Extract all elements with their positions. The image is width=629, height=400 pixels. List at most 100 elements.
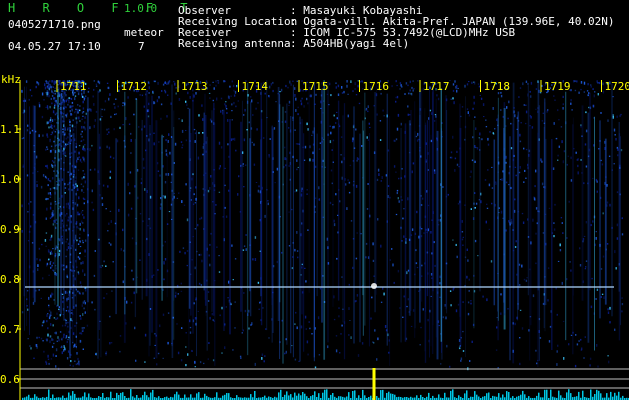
speckle <box>129 171 132 174</box>
level-bar <box>184 394 186 400</box>
speckle <box>253 143 255 146</box>
speckle <box>255 107 257 110</box>
speckle <box>159 324 161 328</box>
speckle <box>295 189 298 192</box>
spectrogram: 1.11.00.90.80.70.6 kHz 1711 1712 1713 1714 1… <box>0 0 629 400</box>
speckle <box>587 94 589 97</box>
level-bar <box>72 391 74 400</box>
speckle <box>319 287 322 290</box>
speckle <box>446 344 448 348</box>
speckle <box>79 240 81 242</box>
speckle <box>48 87 51 91</box>
speckle <box>296 159 298 162</box>
speckle <box>297 113 299 116</box>
level-bar <box>568 389 570 400</box>
speckle <box>500 293 502 296</box>
speckle <box>471 81 473 84</box>
speckle <box>38 104 41 108</box>
speckle <box>74 111 76 114</box>
speckle <box>223 80 225 83</box>
speckle <box>470 170 472 173</box>
speckle <box>615 267 617 270</box>
speckle <box>82 313 84 316</box>
speckle <box>82 348 84 350</box>
speckle <box>54 131 57 133</box>
speckle <box>68 99 70 102</box>
speckle <box>269 138 271 140</box>
speckle <box>451 156 453 159</box>
speckle <box>91 144 93 147</box>
speckle <box>254 362 256 366</box>
speckle <box>78 196 80 200</box>
speckle <box>491 166 493 168</box>
speckle <box>525 110 528 114</box>
speckle <box>108 222 110 225</box>
speckle <box>524 169 526 172</box>
speckle <box>116 139 119 143</box>
speckle <box>411 228 414 231</box>
speckle <box>515 174 517 177</box>
speckle <box>42 134 44 137</box>
speckle <box>244 309 247 313</box>
speckle <box>284 157 286 160</box>
speckle <box>211 312 213 316</box>
speckle <box>462 350 465 352</box>
speckle <box>333 219 335 223</box>
level-bar <box>190 394 192 400</box>
speckle <box>168 211 171 213</box>
speckle <box>178 192 180 194</box>
speckle <box>381 176 383 179</box>
level-bar <box>158 396 160 400</box>
speckle <box>82 292 84 295</box>
speckle <box>112 261 114 263</box>
level-bar <box>124 396 126 400</box>
speckle <box>229 85 231 88</box>
speckle <box>296 168 298 171</box>
speckle <box>78 291 81 295</box>
speckle <box>40 297 42 299</box>
speckle <box>199 217 201 220</box>
speckle <box>371 296 373 299</box>
level-bar <box>280 389 282 400</box>
speckle <box>114 113 116 116</box>
speckle <box>275 101 277 103</box>
speckle <box>56 312 58 315</box>
speckle <box>50 358 53 360</box>
speckle <box>152 92 154 94</box>
speckle <box>405 82 408 85</box>
speckle <box>613 163 615 165</box>
speckle <box>36 184 38 188</box>
speckle <box>585 111 587 114</box>
speckle <box>69 105 71 109</box>
speckle <box>126 300 128 304</box>
speckle <box>187 353 189 356</box>
speckle <box>494 128 496 130</box>
level-bar <box>600 393 602 400</box>
speckle <box>82 95 84 98</box>
level-bar <box>494 396 496 400</box>
level-bar <box>314 391 316 400</box>
speckle <box>80 140 83 142</box>
speckle <box>84 148 86 152</box>
level-bar <box>376 396 378 400</box>
speckle <box>53 317 56 319</box>
speckle <box>309 94 311 97</box>
level-bar <box>136 395 138 400</box>
speckle <box>257 281 260 284</box>
speckle <box>577 171 579 175</box>
speckle <box>78 152 80 154</box>
speckle <box>89 168 92 171</box>
speckle <box>236 85 238 87</box>
speckle <box>397 269 400 273</box>
speckle <box>409 80 411 84</box>
speckle <box>84 273 86 276</box>
speckle <box>505 181 508 184</box>
speckle <box>142 157 145 161</box>
speckle <box>67 202 70 206</box>
speckle <box>588 106 590 109</box>
speckle <box>609 321 611 324</box>
speckle <box>403 295 405 298</box>
speckle <box>80 317 82 320</box>
level-bar <box>312 395 314 400</box>
speckle <box>207 358 209 360</box>
